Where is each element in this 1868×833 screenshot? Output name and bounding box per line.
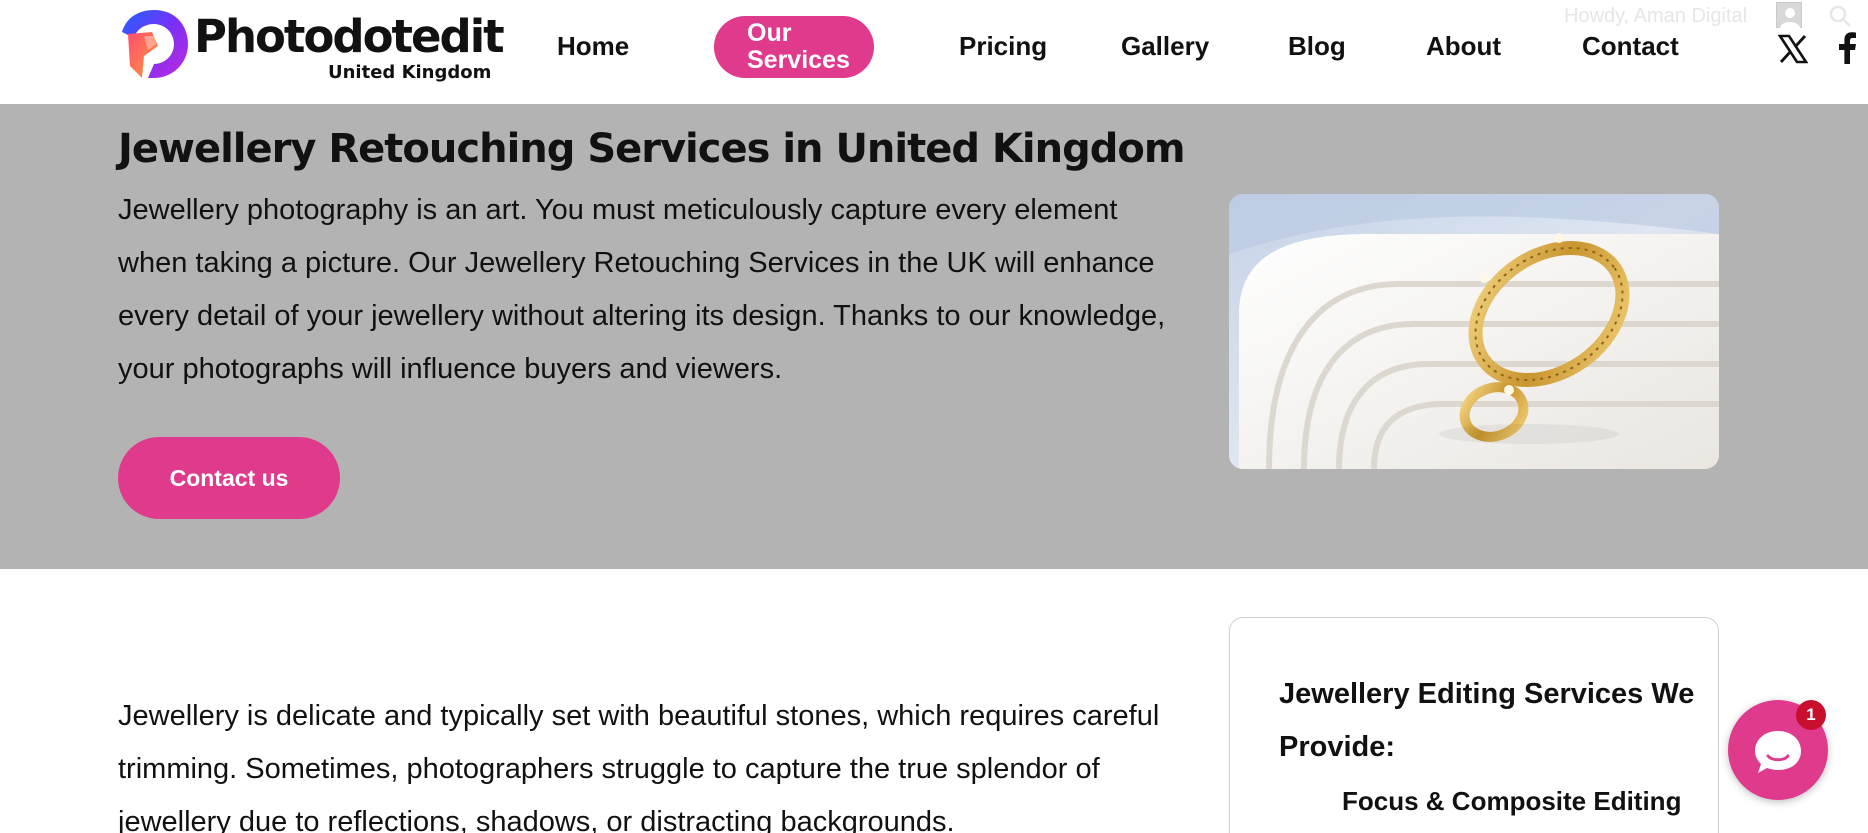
x-icon[interactable] [1778,34,1808,64]
nav-our-services-line1: Our [747,19,792,47]
nav-home[interactable]: Home [557,28,629,64]
hero-section: Jewellery Retouching Services in United … [0,104,1868,569]
nav-about[interactable]: About [1426,28,1501,64]
intro-paragraph: Jewellery is delicate and typically set … [118,700,1160,833]
chat-bubble-icon [1755,731,1801,773]
jewellery-photo-icon [1229,194,1719,469]
chat-notification-badge: 1 [1796,700,1826,730]
services-sidebar-card: Jewellery Editing Services We Provide: F… [1229,617,1719,833]
admin-avatar[interactable] [1776,2,1802,28]
sidebar-title: Jewellery Editing Services We Provide: [1279,678,1695,763]
nav-gallery[interactable]: Gallery [1121,28,1209,64]
nav-contact[interactable]: Contact [1582,28,1679,64]
admin-greeting[interactable]: Howdy, Aman Digital [1564,4,1747,28]
nav-our-services-line2: Services [747,46,850,74]
sidebar-service-item[interactable]: Focus & Composite Editing [1342,786,1681,817]
user-avatar-icon [1780,8,1800,28]
search-icon[interactable] [1828,4,1852,28]
nav-pricing[interactable]: Pricing [959,28,1047,64]
nav-our-services[interactable]: Our Services [714,16,874,78]
nav-blog[interactable]: Blog [1288,28,1346,64]
hero-description: Jewellery photography is an art. You mus… [118,194,1166,385]
facebook-icon[interactable] [1836,32,1858,64]
hero-jewellery-image [1229,194,1719,469]
contact-us-button[interactable]: Contact us [118,437,340,519]
page-title: Jewellery Retouching Services in United … [118,126,1186,172]
site-header: Photodotedit United Kingdom Home Our Ser… [0,0,1868,104]
